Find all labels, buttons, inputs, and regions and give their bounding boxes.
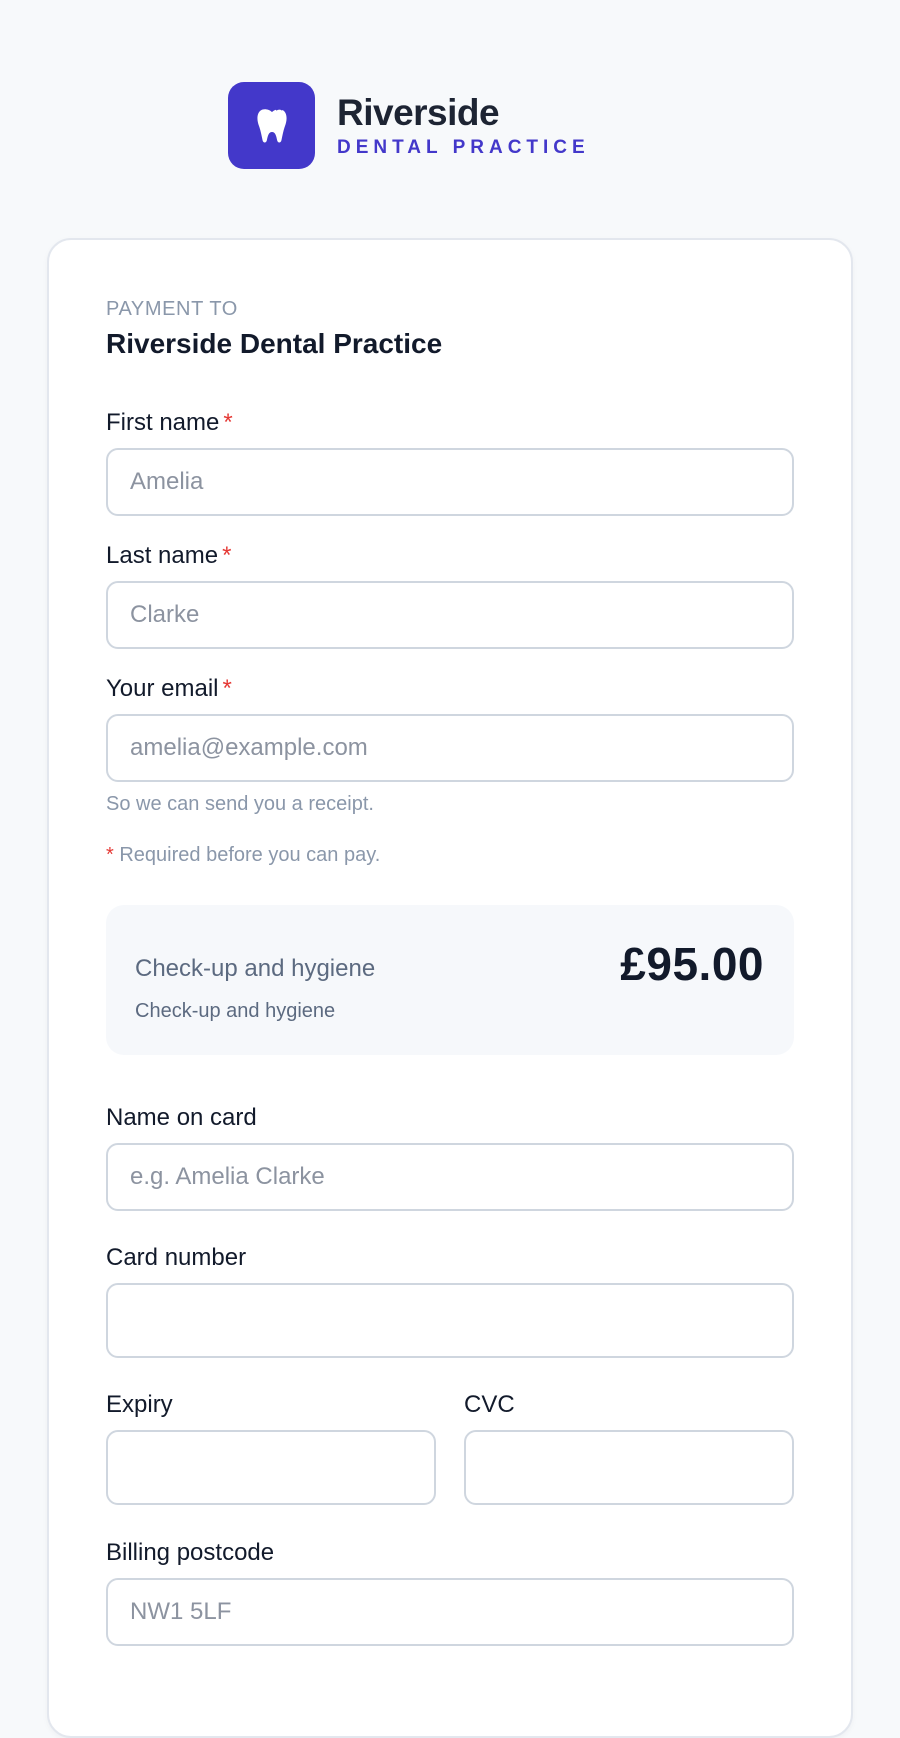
brand-header: Riverside DENTAL PRACTICE <box>228 82 590 169</box>
postcode-label: Billing postcode <box>106 1539 275 1566</box>
email-label: Your email * <box>106 674 232 704</box>
card-number-label: Card number <box>106 1244 247 1271</box>
first-name-label-text: First name <box>106 409 220 436</box>
email-input[interactable] <box>106 714 794 782</box>
email-label-text: Your email <box>106 675 219 702</box>
brand-name: Riverside <box>337 91 500 133</box>
card-number-input[interactable] <box>106 1283 794 1358</box>
required-asterisk: * <box>106 844 114 866</box>
first-name-label: First name * <box>106 408 233 438</box>
expiry-input[interactable] <box>106 1430 436 1505</box>
first-name-input[interactable] <box>106 448 794 516</box>
email-hint: So we can send you a receipt. <box>106 793 374 815</box>
required-asterisk: * <box>222 675 232 702</box>
name-on-card-label: Name on card <box>106 1104 257 1131</box>
payee-name: Riverside Dental Practice <box>106 328 443 359</box>
cvc-input[interactable] <box>464 1430 794 1505</box>
required-asterisk: * <box>223 409 233 436</box>
summary-title: Check-up and hygiene <box>135 955 376 982</box>
required-note: * Required before you can pay. <box>106 844 380 867</box>
last-name-input[interactable] <box>106 581 794 649</box>
payment-amount: £95.00 <box>620 938 764 990</box>
brand-logo <box>228 82 315 169</box>
required-asterisk: * <box>222 542 232 569</box>
expiry-label: Expiry <box>106 1391 173 1418</box>
brand-subtitle: DENTAL PRACTICE <box>337 136 590 158</box>
payment-eyebrow: PAYMENT TO <box>106 298 238 320</box>
summary-description: Check-up and hygiene <box>135 1000 336 1022</box>
postcode-input[interactable] <box>106 1578 794 1646</box>
required-note-text: Required before you can pay. <box>119 844 381 866</box>
last-name-label: Last name * <box>106 541 231 571</box>
last-name-label-text: Last name <box>106 542 219 569</box>
name-on-card-input[interactable] <box>106 1143 794 1211</box>
tooth-icon <box>256 107 287 143</box>
cvc-label: CVC <box>464 1391 515 1418</box>
